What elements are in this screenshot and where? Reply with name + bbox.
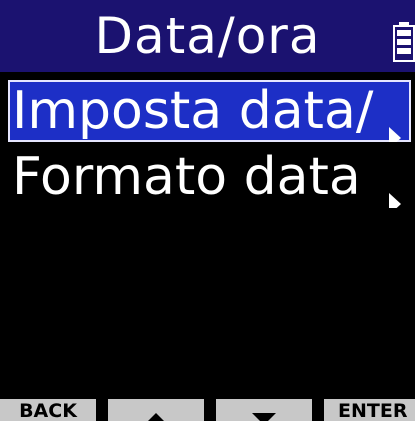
battery-icon (393, 22, 415, 62)
device-screen: Data/ora Imposta data/ Formato data BACK… (0, 0, 415, 421)
back-button[interactable]: BACK (0, 399, 96, 421)
menu-item-date-format[interactable]: Formato data (8, 146, 411, 208)
softkey-bar: BACK ENTER (0, 399, 415, 421)
up-button[interactable] (108, 399, 204, 421)
title-bar: Data/ora (0, 0, 415, 72)
menu-item-label: Formato data (12, 147, 361, 207)
enter-button[interactable]: ENTER (324, 399, 415, 421)
submenu-arrow-icon (387, 101, 401, 142)
submenu-arrow-icon (387, 167, 401, 208)
down-button[interactable] (216, 399, 312, 421)
page-title: Data/ora (94, 7, 321, 65)
down-arrow-icon (252, 407, 276, 421)
up-arrow-icon (144, 407, 168, 421)
menu-item-label: Imposta data/ (12, 81, 374, 141)
menu-item-set-date[interactable]: Imposta data/ (8, 80, 411, 142)
